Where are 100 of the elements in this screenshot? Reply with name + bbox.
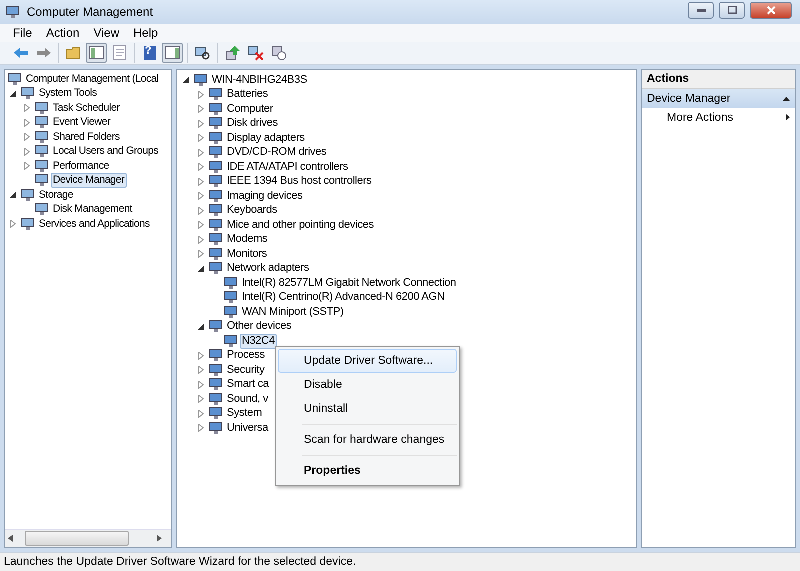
- tree-item[interactable]: Disk Management: [51, 202, 134, 218]
- expanded-arrow-icon[interactable]: [10, 191, 17, 200]
- collapsed-arrow-icon[interactable]: [198, 250, 205, 258]
- device-icon: [209, 422, 223, 435]
- tree-item[interactable]: DVD/CD-ROM drives: [225, 145, 329, 160]
- menu-option[interactable]: Disable: [278, 373, 457, 397]
- menu-item[interactable]: View: [86, 26, 126, 40]
- device-icon: [209, 320, 223, 334]
- tree-item[interactable]: Local Users and Groups: [51, 144, 161, 160]
- tree-item[interactable]: IEEE 1394 Bus host controllers: [225, 174, 374, 190]
- tree-item[interactable]: Other devices: [225, 319, 294, 334]
- collapsed-arrow-icon[interactable]: [198, 352, 205, 360]
- toolbar-button[interactable]: [162, 43, 183, 63]
- collapsed-arrow-icon[interactable]: [198, 163, 205, 172]
- tree-item[interactable]: IDE ATA/ATAPI controllers: [225, 160, 350, 175]
- tool-icon: [35, 130, 49, 144]
- menu-item[interactable]: Help: [126, 26, 166, 40]
- tree-item[interactable]: Disk drives: [225, 116, 280, 132]
- tree-item[interactable]: Process: [225, 348, 267, 364]
- tree-item[interactable]: Sound, v: [225, 392, 270, 407]
- device-icon: [209, 392, 223, 406]
- tree-item[interactable]: Intel(R) Centrino(R) Advanced-N 6200 AGN: [240, 290, 447, 306]
- menu-option[interactable]: Uninstall: [278, 397, 457, 421]
- device-icon: [209, 349, 223, 362]
- collapsed-arrow-icon[interactable]: [198, 221, 205, 230]
- toolbar-button[interactable]: [86, 43, 107, 63]
- collapsed-arrow-icon[interactable]: [10, 220, 17, 228]
- tree-item[interactable]: Performance: [51, 158, 112, 174]
- tree-item[interactable]: System: [225, 406, 264, 422]
- collapsed-arrow-icon[interactable]: [198, 380, 205, 389]
- collapse-icon[interactable]: [783, 96, 790, 100]
- expanded-arrow-icon[interactable]: [198, 322, 205, 331]
- tree-item[interactable]: Monitors: [225, 246, 270, 262]
- tree-item[interactable]: Imaging devices: [225, 188, 305, 204]
- collapsed-arrow-icon[interactable]: [24, 133, 31, 142]
- collapsed-arrow-icon[interactable]: [198, 410, 205, 418]
- close-button[interactable]: [750, 2, 792, 18]
- device-icon: [209, 117, 223, 130]
- tree-item[interactable]: Modems: [225, 232, 270, 248]
- tree-item[interactable]: System Tools: [37, 86, 100, 102]
- scroll-left-icon[interactable]: [8, 535, 13, 542]
- maximize-icon: [728, 6, 736, 14]
- device-icon: [209, 132, 223, 145]
- tree-item[interactable]: Shared Folders: [51, 130, 122, 145]
- action-link[interactable]: More Actions: [642, 108, 795, 127]
- collapsed-arrow-icon[interactable]: [198, 395, 205, 404]
- minimize-button[interactable]: [688, 2, 714, 18]
- menu-option[interactable]: Scan for hardware changes: [278, 428, 457, 452]
- tree-item[interactable]: Computer: [225, 102, 276, 117]
- tree-item[interactable]: Storage: [37, 188, 76, 203]
- tree-item[interactable]: N32C4: [240, 334, 277, 349]
- tool-icon: [35, 145, 49, 158]
- tool-icon: [35, 116, 49, 130]
- collapsed-arrow-icon[interactable]: [198, 424, 205, 432]
- menu-item[interactable]: File: [6, 26, 40, 40]
- tree-item[interactable]: Network adapters: [225, 261, 312, 276]
- tree-item[interactable]: Universa: [225, 420, 270, 436]
- expanded-arrow-icon[interactable]: [10, 90, 17, 98]
- section-header[interactable]: Device Manager: [642, 89, 795, 108]
- tree-item[interactable]: Display adapters: [225, 130, 307, 146]
- collapsed-arrow-icon[interactable]: [198, 148, 205, 157]
- tree-item[interactable]: Task Scheduler: [51, 100, 122, 116]
- menu-option[interactable]: Update Driver Software...: [278, 349, 457, 373]
- menu-option[interactable]: Properties: [278, 459, 457, 483]
- collapsed-arrow-icon[interactable]: [198, 236, 205, 244]
- collapsed-arrow-icon[interactable]: [198, 90, 205, 99]
- status-bar: Launches the Update Driver Software Wizard for the selected device.: [0, 552, 800, 571]
- collapsed-arrow-icon[interactable]: [198, 134, 205, 142]
- tree-item[interactable]: Mice and other pointing devices: [225, 218, 376, 233]
- tree-item[interactable]: Keyboards: [225, 203, 280, 218]
- scroll-right-icon[interactable]: [157, 535, 162, 542]
- collapsed-arrow-icon[interactable]: [24, 148, 31, 156]
- tree-item[interactable]: Smart ca: [225, 377, 272, 392]
- computer-scan-icon: [194, 45, 210, 61]
- tree-item[interactable]: Intel(R) 82577LM Gigabit Network Connection: [240, 276, 458, 291]
- expanded-arrow-icon[interactable]: [198, 264, 205, 273]
- tree-item[interactable]: Computer Management (Local: [24, 72, 161, 87]
- tree-item[interactable]: Services and Applications: [37, 216, 152, 232]
- tree-item[interactable]: Device Manager: [51, 173, 127, 188]
- collapsed-arrow-icon[interactable]: [198, 206, 205, 215]
- device-icon: [209, 262, 223, 276]
- collapsed-arrow-icon[interactable]: [198, 366, 205, 374]
- tree-item[interactable]: WAN Miniport (SSTP): [240, 304, 346, 320]
- collapsed-arrow-icon[interactable]: [198, 120, 205, 128]
- tree-item[interactable]: WIN-4NBIHG24B3S: [210, 72, 310, 88]
- horizontal-scrollbar[interactable]: [5, 529, 171, 547]
- toolbar-button[interactable]: ?: [139, 43, 160, 63]
- tree-item[interactable]: Security: [225, 362, 267, 378]
- expanded-arrow-icon[interactable]: [183, 76, 190, 84]
- collapsed-arrow-icon[interactable]: [198, 178, 205, 186]
- collapsed-arrow-icon[interactable]: [24, 104, 31, 112]
- tree-item[interactable]: Event Viewer: [51, 115, 112, 130]
- document-icon: [112, 45, 128, 61]
- tree-item[interactable]: Batteries: [225, 87, 270, 102]
- collapsed-arrow-icon[interactable]: [198, 105, 205, 114]
- collapsed-arrow-icon[interactable]: [198, 192, 205, 200]
- collapsed-arrow-icon[interactable]: [24, 118, 31, 127]
- menu-item[interactable]: Action: [39, 26, 87, 40]
- collapsed-arrow-icon[interactable]: [24, 162, 31, 170]
- maximize-button[interactable]: [719, 2, 745, 18]
